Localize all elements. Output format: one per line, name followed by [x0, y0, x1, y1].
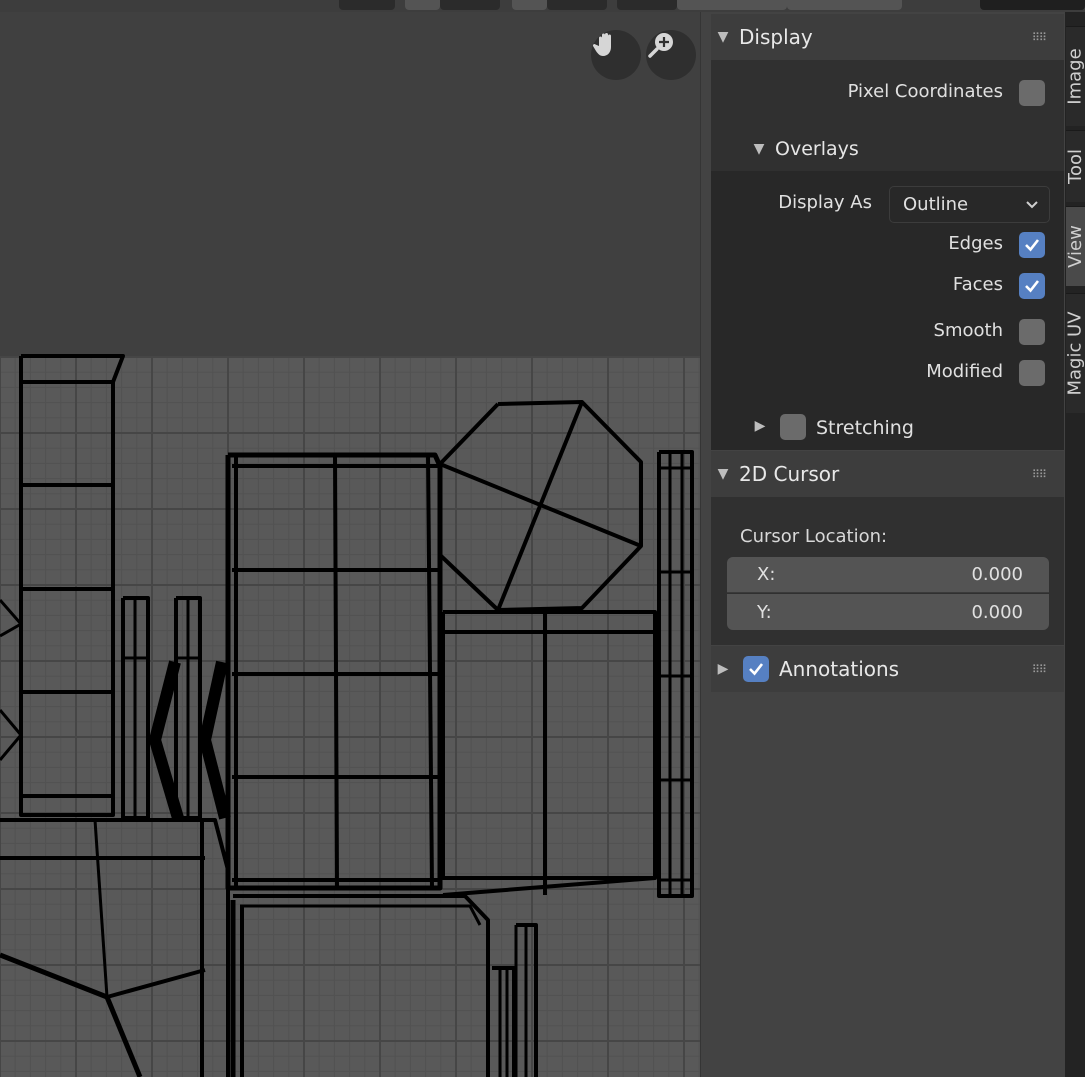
- modified-label: Modified: [926, 361, 1003, 382]
- smooth-checkbox[interactable]: [1019, 319, 1045, 345]
- tab-tool-label: Tool: [1065, 149, 1085, 184]
- cursor-y-field[interactable]: Y: 0.000: [727, 594, 1049, 630]
- display-panel-header[interactable]: ▼ Display ⠿⠿: [711, 14, 1064, 60]
- checkmark-icon: [749, 663, 764, 676]
- header-view-selector[interactable]: [980, 0, 1085, 10]
- edges-label: Edges: [948, 233, 1003, 254]
- checkmark-icon: [1025, 280, 1040, 293]
- expand-triangle-icon: ▶: [717, 661, 729, 677]
- display-panel-title: Display: [739, 25, 813, 49]
- faces-label: Faces: [952, 274, 1003, 295]
- cursor-x-field[interactable]: X: 0.000: [727, 557, 1049, 593]
- hand-icon: [592, 33, 611, 56]
- header-toolbar: [0, 0, 1085, 12]
- tab-view[interactable]: View: [1065, 206, 1085, 286]
- pixel-coordinates-label: Pixel Coordinates: [847, 81, 1003, 102]
- drag-grip-icon[interactable]: ⠿⠿: [1032, 468, 1047, 481]
- tab-tool[interactable]: Tool: [1065, 130, 1085, 202]
- drag-grip-icon[interactable]: ⠿⠿: [1032, 31, 1047, 44]
- collapse-triangle-icon: ▼: [753, 141, 765, 157]
- collapse-triangle-icon: ▼: [717, 466, 729, 482]
- cursor-x-label: X:: [757, 564, 776, 585]
- drag-grip-icon[interactable]: ⠿⠿: [1032, 663, 1047, 676]
- tab-magic-uv[interactable]: Magic UV: [1065, 293, 1085, 413]
- uv-editor-viewport[interactable]: [0, 12, 700, 1077]
- pixel-coordinates-checkbox[interactable]: [1019, 80, 1045, 106]
- display-as-value: Outline: [903, 194, 969, 215]
- expand-triangle-icon[interactable]: ▶: [748, 418, 772, 434]
- stretching-checkbox[interactable]: [780, 414, 806, 440]
- cursor-panel-title: 2D Cursor: [739, 462, 840, 486]
- tab-image-label: Image: [1065, 48, 1085, 105]
- zoom-gizmo-button[interactable]: [646, 30, 696, 80]
- tab-magic-uv-label: Magic UV: [1065, 311, 1085, 396]
- header-image-name-field[interactable]: [677, 0, 787, 10]
- collapse-triangle-icon: ▼: [717, 29, 729, 45]
- edges-checkbox[interactable]: [1019, 232, 1045, 258]
- cursor-panel-header[interactable]: ▼ 2D Cursor ⠿⠿: [711, 451, 1064, 497]
- stretching-label[interactable]: Stretching: [816, 417, 914, 439]
- faces-checkbox[interactable]: [1019, 273, 1045, 299]
- cursor-x-value: 0.000: [971, 564, 1023, 585]
- smooth-label: Smooth: [933, 320, 1003, 341]
- display-as-label: Display As: [778, 192, 872, 213]
- header-button-snap[interactable]: [440, 0, 500, 10]
- uv-wireframe-canvas[interactable]: [0, 12, 700, 1077]
- zoom-magnifier-icon: [648, 33, 673, 58]
- cursor-location-label: Cursor Location:: [740, 526, 888, 547]
- overlays-subpanel-header[interactable]: ▼ Overlays: [711, 127, 1064, 171]
- chevron-down-icon: [1026, 201, 1038, 209]
- uv-edge: [333, 454, 339, 889]
- header-button-image-browse[interactable]: [617, 0, 677, 10]
- annotations-panel-title: Annotations: [779, 657, 900, 681]
- annotations-checkbox[interactable]: [743, 656, 769, 682]
- modified-checkbox[interactable]: [1019, 360, 1045, 386]
- image-editor-window: ▼ Display ⠿⠿ Pixel Coordinates ▼ Overlay…: [0, 0, 1085, 1077]
- annotations-panel-header[interactable]: ▶ Annotations ⠿⠿: [711, 646, 1064, 692]
- cursor-y-label: Y:: [757, 601, 772, 623]
- pan-gizmo-button[interactable]: [591, 30, 641, 80]
- cursor-y-value: 0.000: [971, 601, 1023, 623]
- header-new-image-button[interactable]: [787, 0, 902, 10]
- display-as-dropdown[interactable]: Outline: [889, 186, 1050, 223]
- overlays-title: Overlays: [775, 138, 859, 160]
- tab-image[interactable]: Image: [1065, 26, 1085, 126]
- header-button-proportional[interactable]: [512, 0, 547, 10]
- header-button-select-box[interactable]: [339, 0, 395, 10]
- header-button-falloff[interactable]: [547, 0, 607, 10]
- header-button-pivot[interactable]: [405, 0, 440, 10]
- checkmark-icon: [1025, 239, 1040, 252]
- tab-view-label: View: [1065, 225, 1085, 268]
